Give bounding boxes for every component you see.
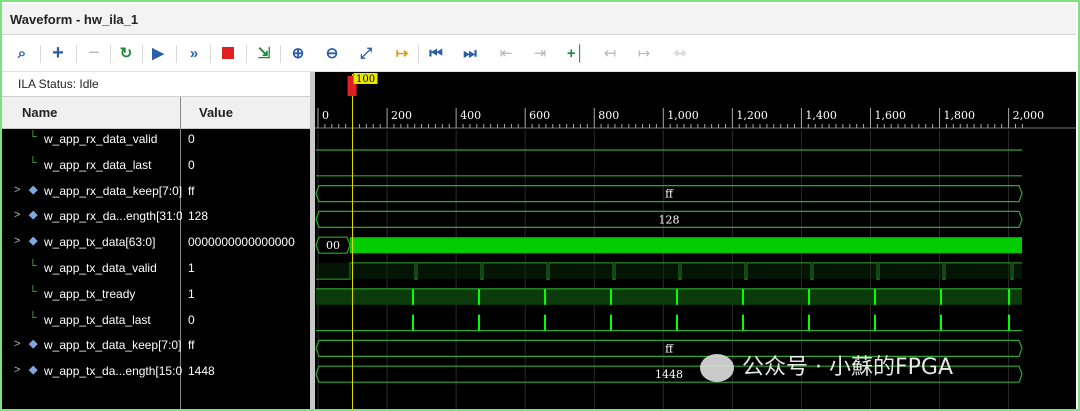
wechat-logo-icon <box>700 354 734 382</box>
signal-value: 0 <box>188 157 195 172</box>
signal-value: 1 <box>188 261 195 275</box>
bus-dense-activity <box>350 237 1022 254</box>
search-icon[interactable]: ⌕ <box>10 41 34 65</box>
value-header-label: Value <box>199 105 233 120</box>
watermark: 公众号 · 小蘇的FPGA <box>700 349 953 382</box>
expand-chevron-icon[interactable]: > <box>14 184 20 196</box>
signal-name: w_app_tx_da...ength[15:0] <box>44 364 182 379</box>
zoom-out-icon[interactable]: ⊖ <box>320 41 344 65</box>
signal-name: w_app_rx_da...ength[31:0] <box>44 209 182 224</box>
signal-name: w_app_rx_data_keep[7:0] <box>44 183 182 198</box>
ruler-tick-label: 1,400 <box>805 109 837 122</box>
ruler-tick-label: 1,000 <box>667 109 699 122</box>
wire-signal-icon: └ <box>29 156 37 169</box>
remove-probe-icon[interactable]: − <box>82 41 106 65</box>
zoom-fit-icon[interactable]: ⤢ <box>354 41 378 65</box>
go-to-start-icon[interactable]: ⏮ <box>424 41 448 65</box>
bus-value-label: 00 <box>326 239 340 252</box>
bus-value-label: ff <box>665 188 674 201</box>
run-immediate-icon[interactable]: » <box>182 41 206 65</box>
run-trigger-icon[interactable]: ▶ <box>146 41 170 65</box>
add-probe-icon[interactable]: + <box>46 41 70 65</box>
ruler-tick-label: 200 <box>391 109 412 122</box>
signal-row[interactable]: > ◆ w_app_tx_da...ength[15:0] 1448 <box>2 359 310 385</box>
signal-value: 0000000000000000 <box>188 235 295 250</box>
expand-chevron-icon[interactable]: > <box>14 338 20 350</box>
refresh-icon[interactable]: ↻ <box>114 41 138 65</box>
wave-fill <box>316 263 1022 279</box>
signal-name: w_app_tx_tready <box>44 286 136 301</box>
toolbar: ⌕ + − ↻ ▶ » ⇲ ⊕ ⊖ ⤢ ↦ ⏮ ⏭ ⇤ ⇥ +│ ↤ ↦ ⇿ <box>2 35 1076 72</box>
signal-row[interactable]: └ w_app_tx_data_valid 1 <box>2 256 310 282</box>
bus-value-label: ff <box>665 342 674 355</box>
signal-name: w_app_tx_data_last <box>44 312 151 327</box>
ruler-tick-label: 400 <box>460 109 481 122</box>
expand-chevron-icon[interactable]: > <box>14 364 20 376</box>
signal-value: ff <box>188 183 195 198</box>
signal-value: 1 <box>188 286 195 301</box>
signal-name: w_app_tx_data[63:0] <box>44 235 156 250</box>
go-to-cursor-icon[interactable]: ↦ <box>390 41 414 65</box>
export-icon[interactable]: ⇲ <box>252 41 276 65</box>
signal-row[interactable]: └ w_app_tx_data_last 0 <box>2 308 310 334</box>
zoom-in-icon[interactable]: ⊕ <box>286 41 310 65</box>
wire-signal-icon: └ <box>29 311 37 324</box>
signal-name: w_app_rx_data_last <box>44 157 152 172</box>
value-column-header[interactable]: Value <box>181 97 310 129</box>
cursor-label: 100 <box>356 74 375 85</box>
ruler-tick-label: 2,000 <box>1013 109 1045 122</box>
ruler-tick-label: 800 <box>598 109 619 122</box>
stop-icon[interactable] <box>216 41 240 65</box>
expand-chevron-icon[interactable]: > <box>14 209 20 221</box>
signal-name: w_app_rx_data_valid <box>44 132 158 146</box>
bus-value-label: 1448 <box>655 368 683 381</box>
signal-value: 1448 <box>188 364 215 379</box>
add-marker-icon[interactable]: +│ <box>564 41 588 65</box>
signal-row[interactable]: └ w_app_rx_data_valid 0 <box>2 127 310 153</box>
wire-signal-icon: └ <box>29 285 37 298</box>
next-marker-icon[interactable]: ↦ <box>632 41 656 65</box>
ila-status-text: ILA Status: Idle <box>18 77 99 91</box>
bus-signal-icon: ◆ <box>29 235 38 248</box>
ruler-tick-label: 1,800 <box>944 109 976 122</box>
signal-row[interactable]: > ◆ w_app_rx_data_keep[7:0] ff <box>2 179 310 205</box>
signal-name: w_app_tx_data_keep[7:0] <box>44 338 182 353</box>
name-column-header[interactable]: Name <box>2 97 180 129</box>
waveform-canvas[interactable]: 0 200 400 600 800 1,000 1,200 1,400 1,600 1,800 2,… <box>315 72 1076 409</box>
watermark-text: 公众号 · 小蘇的FPGA <box>742 355 953 380</box>
title-bar: Waveform - hw_ila_1 <box>2 4 1076 35</box>
ruler-tick-label: 1,600 <box>874 109 906 122</box>
signal-row[interactable]: > ◆ w_app_tx_data[63:0] 0000000000000000 <box>2 230 310 256</box>
go-to-end-icon[interactable]: ⏭ <box>458 41 482 65</box>
window-title: Waveform - hw_ila_1 <box>10 12 139 27</box>
signal-value: 0 <box>188 312 195 327</box>
bus-signal-icon: ◆ <box>29 183 38 196</box>
prev-transition-icon[interactable]: ⇤ <box>494 41 518 65</box>
expand-chevron-icon[interactable]: > <box>14 235 20 247</box>
signal-row[interactable]: > ◆ w_app_tx_data_keep[7:0] ff <box>2 333 310 359</box>
signal-row[interactable]: > ◆ w_app_rx_da...ength[31:0] 128 <box>2 204 310 230</box>
wire-signal-icon: └ <box>29 260 37 272</box>
signal-name: w_app_tx_data_valid <box>44 261 157 275</box>
signal-row[interactable]: └ w_app_rx_data_last 0 <box>2 153 310 179</box>
bus-signal-icon: ◆ <box>29 209 38 222</box>
signal-value: ff <box>188 338 195 353</box>
wire-signal-icon: └ <box>29 131 37 143</box>
signal-value: 0 <box>188 132 195 146</box>
ila-status: ILA Status: Idle <box>2 72 310 97</box>
swap-cursor-icon[interactable]: ⇿ <box>668 41 692 65</box>
signal-value: 128 <box>188 209 209 224</box>
bus-signal-icon: ◆ <box>29 364 38 377</box>
wave-fill <box>316 288 1022 305</box>
next-transition-icon[interactable]: ⇥ <box>528 41 552 65</box>
bus-value-label: 128 <box>659 213 680 226</box>
waveform-area[interactable]: 0 200 400 600 800 1,000 1,200 1,400 1,600 1,800 2,… <box>315 72 1076 409</box>
prev-marker-icon[interactable]: ↤ <box>598 41 622 65</box>
bus-signal-icon: ◆ <box>29 338 38 351</box>
ruler-tick-label: 600 <box>529 109 550 122</box>
ruler-tick-label: 1,200 <box>736 109 768 122</box>
signal-row[interactable]: └ w_app_tx_tready 1 <box>2 282 310 308</box>
name-header-label: Name <box>22 105 58 120</box>
ruler-tick-label: 0 <box>322 109 329 122</box>
